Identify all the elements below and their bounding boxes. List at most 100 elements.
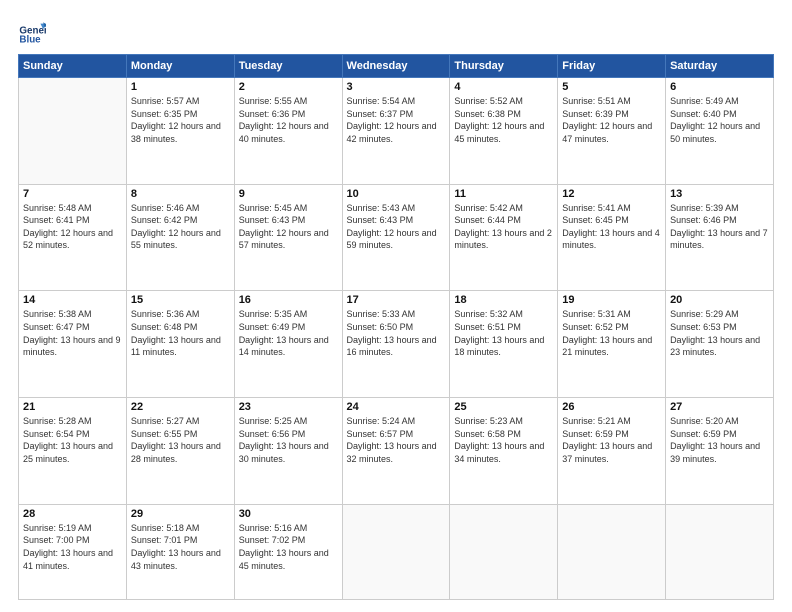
- day-info: Sunrise: 5:57 AMSunset: 6:35 PMDaylight:…: [131, 95, 230, 145]
- day-info: Sunrise: 5:42 AMSunset: 6:44 PMDaylight:…: [454, 202, 553, 252]
- day-info: Sunrise: 5:45 AMSunset: 6:43 PMDaylight:…: [239, 202, 338, 252]
- day-number: 22: [131, 401, 230, 413]
- calendar-cell: 17Sunrise: 5:33 AMSunset: 6:50 PMDayligh…: [342, 291, 450, 398]
- calendar-cell: 26 Sunrise: 5:21 AMSunset: 6:59 PMDayligh…: [558, 398, 666, 505]
- day-number: 28: [23, 508, 122, 520]
- calendar-cell: 25 Sunrise: 5:23 AMSunset: 6:58 PMDayligh…: [450, 398, 558, 505]
- calendar-cell: 18 Sunrise: 5:32 AMSunset: 6:51 PMDayligh…: [450, 291, 558, 398]
- calendar-week-row: 14 Sunrise: 5:38 AMSunset: 6:47 PMDayligh…: [19, 291, 774, 398]
- calendar-cell: 7Sunrise: 5:48 AMSunset: 6:41 PMDaylight…: [19, 184, 127, 291]
- calendar-cell: 10 Sunrise: 5:43 AMSunset: 6:43 PMDayligh…: [342, 184, 450, 291]
- weekday-header: Sunday: [19, 55, 127, 78]
- day-number: 25: [454, 401, 553, 413]
- svg-text:Blue: Blue: [19, 35, 41, 46]
- calendar-cell: 12 Sunrise: 5:41 AMSunset: 6:45 PMDayligh…: [558, 184, 666, 291]
- day-number: 18: [454, 294, 553, 306]
- day-info: Sunrise: 5:28 AMSunset: 6:54 PMDaylight:…: [23, 415, 122, 465]
- day-info: Sunrise: 5:23 AMSunset: 6:58 PMDaylight:…: [454, 415, 553, 465]
- calendar-cell: 19Sunrise: 5:31 AMSunset: 6:52 PMDayligh…: [558, 291, 666, 398]
- calendar-cell: 24Sunrise: 5:24 AMSunset: 6:57 PMDayligh…: [342, 398, 450, 505]
- day-number: 3: [347, 81, 446, 93]
- weekday-header: Friday: [558, 55, 666, 78]
- calendar-cell: 16 Sunrise: 5:35 AMSunset: 6:49 PMDayligh…: [234, 291, 342, 398]
- calendar-cell: 23Sunrise: 5:25 AMSunset: 6:56 PMDayligh…: [234, 398, 342, 505]
- calendar-cell: 9 Sunrise: 5:45 AMSunset: 6:43 PMDaylight…: [234, 184, 342, 291]
- day-info: Sunrise: 5:19 AMSunset: 7:00 PMDaylight:…: [23, 522, 122, 572]
- weekday-header: Wednesday: [342, 55, 450, 78]
- day-info: Sunrise: 5:25 AMSunset: 6:56 PMDaylight:…: [239, 415, 338, 465]
- day-number: 10: [347, 188, 446, 200]
- day-number: 30: [239, 508, 338, 520]
- day-number: 8: [131, 188, 230, 200]
- day-info: Sunrise: 5:35 AMSunset: 6:49 PMDaylight:…: [239, 308, 338, 358]
- calendar-cell: 30 Sunrise: 5:16 AMSunset: 7:02 PMDayligh…: [234, 504, 342, 599]
- weekday-header: Saturday: [666, 55, 774, 78]
- weekday-header-row: SundayMondayTuesdayWednesdayThursdayFrid…: [19, 55, 774, 78]
- calendar-cell: 11 Sunrise: 5:42 AMSunset: 6:44 PMDayligh…: [450, 184, 558, 291]
- calendar-page: General Blue SundayMondayTuesdayWednesda…: [0, 0, 792, 612]
- weekday-header: Tuesday: [234, 55, 342, 78]
- calendar-cell: 21 Sunrise: 5:28 AMSunset: 6:54 PMDayligh…: [19, 398, 127, 505]
- calendar-cell: 15 Sunrise: 5:36 AMSunset: 6:48 PMDayligh…: [126, 291, 234, 398]
- day-info: Sunrise: 5:21 AMSunset: 6:59 PMDaylight:…: [562, 415, 661, 465]
- day-number: 12: [562, 188, 661, 200]
- calendar-cell: [666, 504, 774, 599]
- header: General Blue: [18, 18, 774, 46]
- day-info: Sunrise: 5:36 AMSunset: 6:48 PMDaylight:…: [131, 308, 230, 358]
- calendar-cell: 2Sunrise: 5:55 AMSunset: 6:36 PMDaylight…: [234, 78, 342, 185]
- day-info: Sunrise: 5:51 AMSunset: 6:39 PMDaylight:…: [562, 95, 661, 145]
- day-number: 1: [131, 81, 230, 93]
- calendar-cell: 8 Sunrise: 5:46 AMSunset: 6:42 PMDaylight…: [126, 184, 234, 291]
- calendar-cell: [558, 504, 666, 599]
- calendar-cell: 28 Sunrise: 5:19 AMSunset: 7:00 PMDayligh…: [19, 504, 127, 599]
- day-info: Sunrise: 5:18 AMSunset: 7:01 PMDaylight:…: [131, 522, 230, 572]
- day-number: 6: [670, 81, 769, 93]
- calendar-cell: 6 Sunrise: 5:49 AMSunset: 6:40 PMDaylight…: [666, 78, 774, 185]
- calendar-cell: 4 Sunrise: 5:52 AMSunset: 6:38 PMDaylight…: [450, 78, 558, 185]
- day-info: Sunrise: 5:52 AMSunset: 6:38 PMDaylight:…: [454, 95, 553, 145]
- day-info: Sunrise: 5:32 AMSunset: 6:51 PMDaylight:…: [454, 308, 553, 358]
- day-number: 5: [562, 81, 661, 93]
- calendar-week-row: 7Sunrise: 5:48 AMSunset: 6:41 PMDaylight…: [19, 184, 774, 291]
- day-number: 14: [23, 294, 122, 306]
- day-info: Sunrise: 5:46 AMSunset: 6:42 PMDaylight:…: [131, 202, 230, 252]
- calendar-cell: 13Sunrise: 5:39 AMSunset: 6:46 PMDayligh…: [666, 184, 774, 291]
- calendar-cell: [342, 504, 450, 599]
- calendar-cell: 5 Sunrise: 5:51 AMSunset: 6:39 PMDaylight…: [558, 78, 666, 185]
- calendar-cell: 14 Sunrise: 5:38 AMSunset: 6:47 PMDayligh…: [19, 291, 127, 398]
- day-number: 7: [23, 188, 122, 200]
- day-info: Sunrise: 5:16 AMSunset: 7:02 PMDaylight:…: [239, 522, 338, 572]
- calendar-cell: 29Sunrise: 5:18 AMSunset: 7:01 PMDayligh…: [126, 504, 234, 599]
- calendar-week-row: 21 Sunrise: 5:28 AMSunset: 6:54 PMDayligh…: [19, 398, 774, 505]
- day-number: 15: [131, 294, 230, 306]
- day-info: Sunrise: 5:20 AMSunset: 6:59 PMDaylight:…: [670, 415, 769, 465]
- day-number: 17: [347, 294, 446, 306]
- weekday-header: Thursday: [450, 55, 558, 78]
- day-number: 20: [670, 294, 769, 306]
- day-info: Sunrise: 5:29 AMSunset: 6:53 PMDaylight:…: [670, 308, 769, 358]
- day-number: 21: [23, 401, 122, 413]
- day-number: 16: [239, 294, 338, 306]
- calendar-cell: [19, 78, 127, 185]
- logo: General Blue: [18, 18, 50, 46]
- day-info: Sunrise: 5:49 AMSunset: 6:40 PMDaylight:…: [670, 95, 769, 145]
- calendar-cell: 3Sunrise: 5:54 AMSunset: 6:37 PMDaylight…: [342, 78, 450, 185]
- day-number: 19: [562, 294, 661, 306]
- calendar-cell: 27 Sunrise: 5:20 AMSunset: 6:59 PMDayligh…: [666, 398, 774, 505]
- calendar-cell: 22 Sunrise: 5:27 AMSunset: 6:55 PMDayligh…: [126, 398, 234, 505]
- calendar-cell: 20 Sunrise: 5:29 AMSunset: 6:53 PMDayligh…: [666, 291, 774, 398]
- calendar-cell: [450, 504, 558, 599]
- day-number: 2: [239, 81, 338, 93]
- day-number: 24: [347, 401, 446, 413]
- day-info: Sunrise: 5:43 AMSunset: 6:43 PMDaylight:…: [347, 202, 446, 252]
- day-number: 27: [670, 401, 769, 413]
- day-number: 26: [562, 401, 661, 413]
- day-number: 11: [454, 188, 553, 200]
- day-number: 9: [239, 188, 338, 200]
- day-number: 4: [454, 81, 553, 93]
- day-number: 13: [670, 188, 769, 200]
- weekday-header: Monday: [126, 55, 234, 78]
- day-info: Sunrise: 5:27 AMSunset: 6:55 PMDaylight:…: [131, 415, 230, 465]
- day-info: Sunrise: 5:38 AMSunset: 6:47 PMDaylight:…: [23, 308, 122, 358]
- day-info: Sunrise: 5:41 AMSunset: 6:45 PMDaylight:…: [562, 202, 661, 252]
